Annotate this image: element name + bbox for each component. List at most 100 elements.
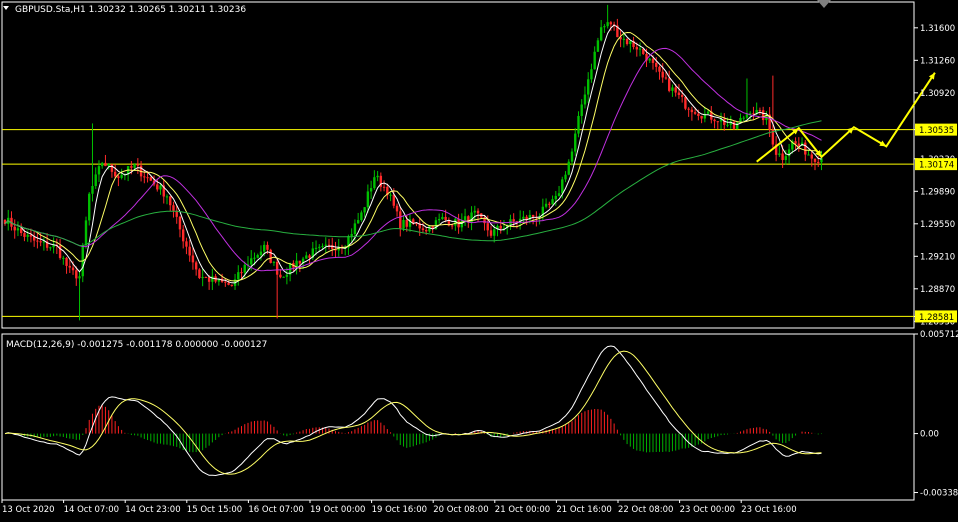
candle-body — [314, 247, 318, 249]
price-level-tag-label: 1.30535 — [919, 126, 954, 136]
candle-body — [395, 205, 399, 212]
candle-body — [13, 226, 16, 231]
y-tick-label: 1.29210 — [920, 252, 955, 262]
macd-y-tick-label: 0.00 — [920, 430, 939, 440]
candle-body — [130, 166, 133, 168]
candle-body — [366, 191, 370, 208]
candle-body — [143, 176, 146, 178]
candle-body — [716, 121, 719, 123]
candle[interactable] — [684, 96, 687, 111]
candle-body — [593, 51, 596, 70]
candle-body — [817, 161, 820, 163]
candle-body — [113, 171, 117, 177]
candle-body — [473, 210, 476, 213]
candle-body — [75, 270, 78, 279]
x-tick-label: 23 Oct 16:00 — [741, 505, 796, 515]
candle-body — [778, 153, 781, 155]
candle-body — [807, 154, 810, 156]
candle-body — [561, 179, 564, 194]
candle-body — [389, 194, 392, 196]
candle-body — [567, 161, 570, 175]
chart-canvas[interactable]: 1.316001.312601.309201.305351.302301.298… — [0, 0, 958, 518]
candle-body — [531, 214, 535, 217]
candle-body — [690, 109, 694, 113]
chart-area[interactable]: 1.316001.312601.309201.305351.302301.298… — [0, 0, 958, 518]
candle-body — [713, 119, 716, 122]
candle-body — [732, 121, 736, 129]
candle-body — [227, 282, 230, 285]
candle-body — [243, 264, 246, 273]
candle-body — [548, 203, 551, 205]
candle[interactable] — [732, 121, 736, 130]
candle[interactable] — [198, 268, 201, 280]
candle-body — [305, 255, 308, 259]
candle-body — [655, 62, 658, 67]
candle-body — [677, 92, 681, 95]
candle-body — [350, 234, 353, 237]
candle-body — [658, 66, 661, 72]
x-tick-label: 21 Oct 16:00 — [556, 505, 611, 515]
candle-body — [201, 277, 204, 279]
candle-body — [493, 229, 496, 236]
y-tick-label: 1.29890 — [920, 187, 955, 197]
candle-body — [26, 234, 29, 237]
candle-body — [282, 276, 285, 278]
candle-body — [664, 77, 668, 79]
candle-body — [736, 122, 739, 129]
candle-body — [425, 230, 428, 232]
candle-body — [84, 220, 88, 246]
candle-body — [758, 109, 762, 111]
candle-body — [191, 255, 195, 263]
candle-body — [392, 194, 395, 206]
candle-body — [752, 113, 755, 115]
candle-body — [486, 223, 489, 231]
candle-body — [363, 207, 366, 213]
candle-body — [651, 58, 655, 63]
candle-body — [781, 153, 784, 161]
candle-body — [499, 225, 502, 229]
candle-body — [259, 251, 263, 256]
candle[interactable] — [269, 248, 272, 264]
candle-body — [813, 158, 817, 162]
candle-body — [146, 177, 149, 179]
candle-body — [356, 220, 360, 224]
x-tick-label: 19 Oct 16:00 — [372, 505, 427, 515]
candle-body — [583, 94, 587, 105]
candle-body — [156, 184, 159, 190]
candle-body — [570, 151, 574, 162]
chart-background — [0, 0, 958, 518]
candle-body — [94, 174, 97, 187]
candle-body — [204, 277, 208, 279]
candle-body — [149, 177, 152, 181]
candle-body — [544, 203, 548, 207]
x-tick-label: 14 Oct 07:00 — [64, 505, 119, 515]
candle-body — [405, 219, 408, 227]
candle-body — [587, 79, 590, 95]
candle-body — [674, 87, 677, 93]
candle-body — [606, 22, 609, 27]
y-tick-label: 1.31600 — [920, 24, 955, 34]
x-tick-label: 22 Oct 08:00 — [618, 505, 673, 515]
candle-body — [580, 104, 583, 116]
candle-body — [275, 261, 279, 275]
price-level-tag-label: 1.30174 — [919, 161, 954, 171]
x-tick-label: 15 Oct 15:00 — [187, 505, 242, 515]
candle-body — [136, 164, 140, 166]
candle-body — [700, 115, 703, 119]
candle-body — [107, 164, 110, 167]
candle-body — [554, 195, 557, 200]
x-tick-label: 14 Oct 23:00 — [125, 505, 180, 515]
candle-body — [661, 71, 664, 78]
x-tick-label: 21 Oct 00:00 — [495, 505, 550, 515]
candle-body — [169, 196, 172, 206]
candle-body — [78, 276, 81, 279]
candle-body — [693, 112, 697, 114]
candle-body — [450, 225, 454, 227]
candle-body — [441, 216, 444, 220]
candle-body — [382, 186, 386, 188]
x-tick-label: 13 Oct 2020 — [2, 505, 55, 515]
candle[interactable] — [736, 121, 739, 130]
candle-body — [726, 124, 729, 126]
candle-body — [671, 87, 674, 91]
candle-body — [376, 175, 379, 178]
